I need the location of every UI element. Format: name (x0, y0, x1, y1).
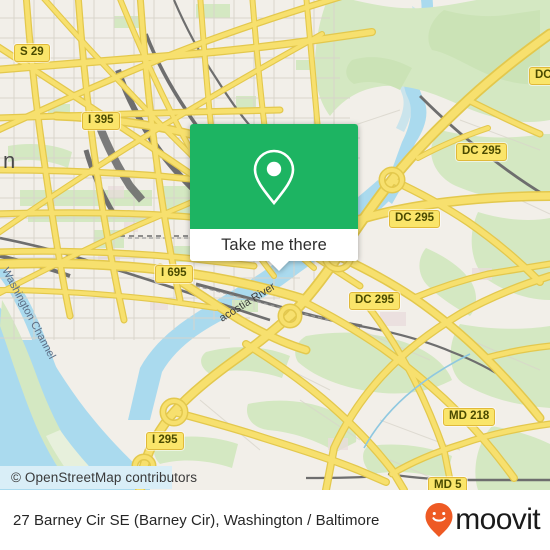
callout-hero (190, 124, 358, 229)
highway-shield: MD 218 (443, 408, 496, 426)
take-me-there-button[interactable]: Take me there (190, 229, 358, 261)
highway-shield: DC 295 (529, 67, 550, 85)
highway-shield: DC 295 (349, 292, 400, 310)
highway-shield: I 295 (146, 432, 184, 450)
highway-shield: I 395 (82, 112, 120, 130)
osm-attribution-bar: © OpenStreetMap contributors (0, 466, 550, 489)
address-text: 27 Barney Cir SE (Barney Cir), Washingto… (13, 511, 380, 529)
osm-attribution-text[interactable]: © OpenStreetMap contributors (0, 470, 197, 485)
map-pin-icon (253, 149, 295, 205)
moovit-wordmark: moovit (455, 503, 540, 536)
footer-bar: 27 Barney Cir SE (Barney Cir), Washingto… (0, 490, 550, 550)
callout-tail (268, 260, 290, 271)
map-canvas[interactable]: n Washington Channel acostia River S 29 I… (0, 0, 550, 490)
highway-shield: S 29 (14, 44, 50, 62)
moovit-pin-smile-icon (425, 503, 453, 537)
highway-shield: DC 295 (389, 210, 440, 228)
moovit-logo[interactable]: moovit (412, 502, 550, 538)
highway-shield: I 695 (155, 265, 193, 283)
map-screenshot: n Washington Channel acostia River S 29 I… (0, 0, 550, 550)
highway-shield: DC 295 (456, 143, 507, 161)
map-callout-popup[interactable]: Take me there (190, 124, 358, 271)
map-label-city: n (3, 148, 15, 173)
callout-body: Take me there (190, 124, 358, 261)
